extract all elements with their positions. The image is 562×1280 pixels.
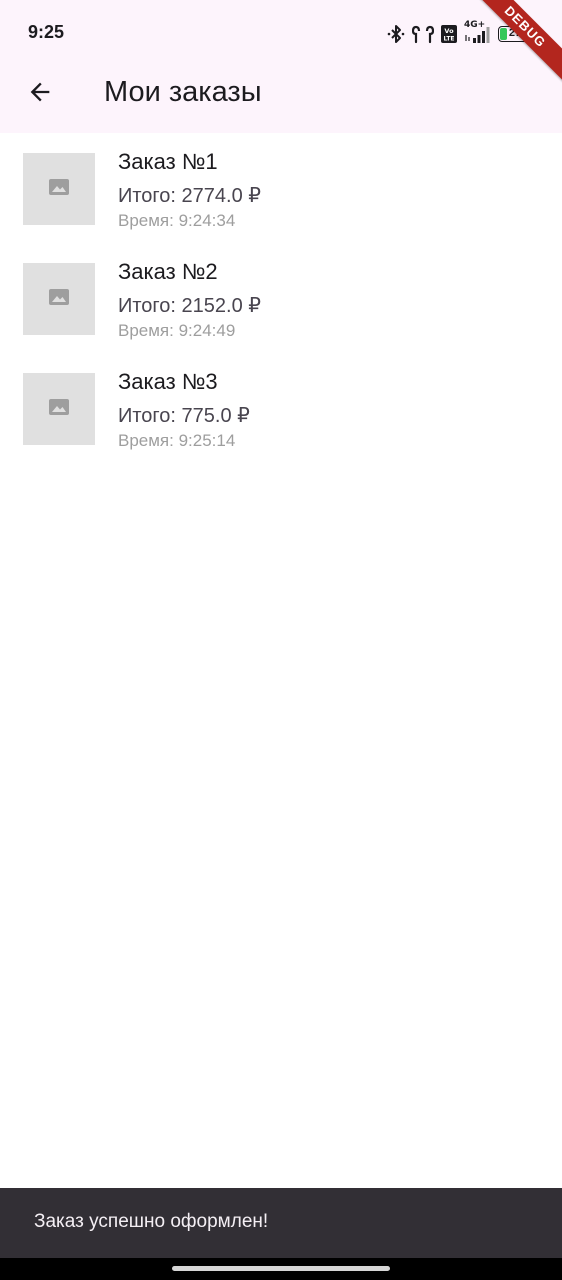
list-item[interactable]: Заказ №2 Итого: 2152.0 ₽ Время: 9:24:49 (0, 254, 562, 364)
status-time: 9:25 (28, 22, 65, 42)
system-nav-bar (0, 1258, 562, 1280)
app-bar: Мои заказы (0, 64, 562, 133)
bluetooth-icon (386, 24, 406, 44)
svg-text:Vo: Vo (444, 27, 454, 35)
order-title: Заказ №2 (118, 259, 218, 284)
list-item[interactable]: Заказ №3 Итого: 775.0 ₽ Время: 9:25:14 (0, 364, 562, 474)
snackbar: Заказ успешно оформлен! (0, 1188, 562, 1258)
image-placeholder-icon (49, 288, 69, 310)
order-time: Время: 9:24:34 (118, 211, 236, 230)
order-total: Итого: 2774.0 ₽ (118, 185, 261, 207)
status-bar: 9:25 Vo LTE 4G+ (0, 0, 562, 64)
earbuds-icon (412, 24, 434, 44)
order-thumbnail (23, 153, 95, 225)
image-placeholder-icon (49, 178, 69, 200)
page-title: Мои заказы (104, 76, 262, 108)
volte-icon: Vo LTE (440, 24, 458, 44)
screen: 9:25 Vo LTE 4G+ DEBUG Мои заказы Заказ №… (0, 0, 562, 1280)
list-item[interactable]: Заказ №1 Итого: 2774.0 ₽ Время: 9:24:34 (0, 144, 562, 254)
snackbar-message: Заказ успешно оформлен! (34, 1211, 269, 1232)
order-title: Заказ №1 (118, 149, 218, 174)
order-thumbnail (23, 263, 95, 335)
signal-icon: 4G+ (464, 20, 492, 45)
image-placeholder-icon (49, 398, 69, 420)
order-thumbnail (23, 373, 95, 445)
orders-list: Заказ №1 Итого: 2774.0 ₽ Время: 9:24:34 … (0, 144, 562, 474)
svg-text:LTE: LTE (443, 36, 454, 43)
back-button[interactable] (16, 70, 64, 118)
home-indicator[interactable] (172, 1266, 390, 1271)
order-total: Итого: 2152.0 ₽ (118, 295, 261, 317)
arrow-back-icon (26, 78, 54, 111)
order-time: Время: 9:24:49 (118, 321, 236, 340)
order-time: Время: 9:25:14 (118, 431, 236, 450)
order-total: Итого: 775.0 ₽ (118, 405, 250, 427)
order-title: Заказ №3 (118, 369, 218, 394)
